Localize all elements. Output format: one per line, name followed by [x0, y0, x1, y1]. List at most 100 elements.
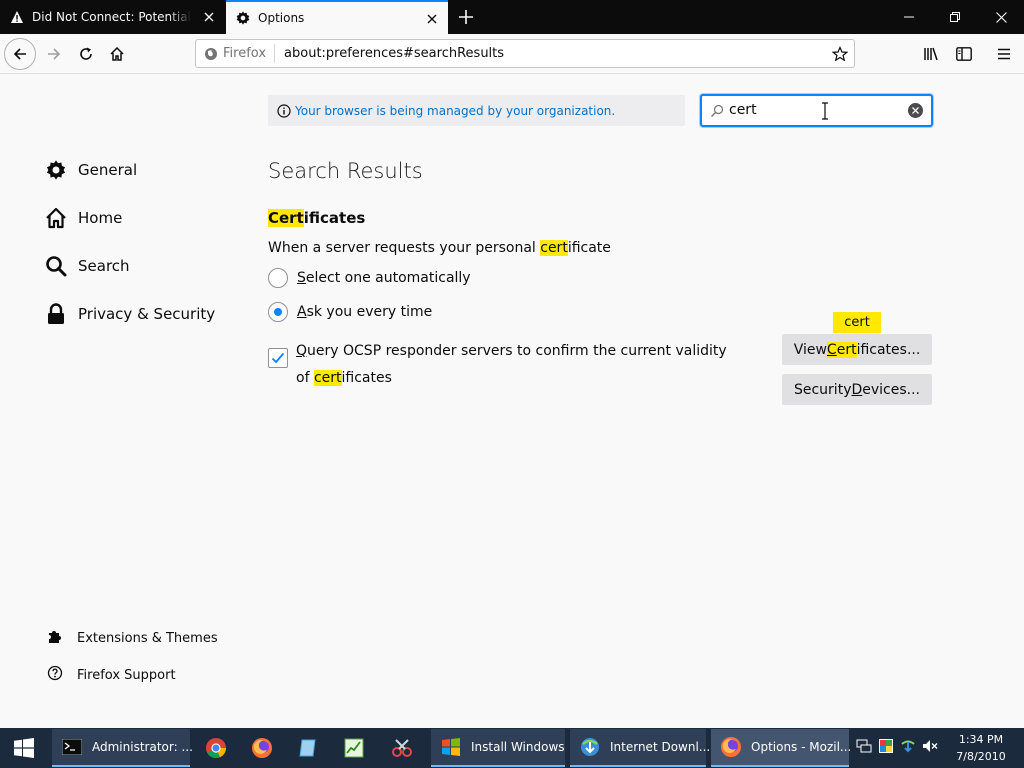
search-match-tooltip: cert — [833, 312, 881, 333]
category-label: Privacy & Security — [78, 305, 216, 323]
library-icon — [924, 47, 938, 61]
category-search[interactable]: Search — [44, 251, 130, 281]
ask-every-time-option[interactable]: Ask you every time — [268, 301, 432, 323]
windows-taskbar: Administrator: ... Install Windows Inter… — [0, 728, 1024, 768]
gear-icon — [44, 158, 68, 182]
view-certificates-button[interactable]: View Cert ificates... — [782, 334, 932, 365]
home-button[interactable] — [101, 38, 133, 70]
preferences-search-input[interactable]: cert — [700, 94, 933, 127]
category-home[interactable]: Home — [44, 203, 122, 233]
info-icon — [277, 103, 291, 118]
url-bar[interactable]: Firefox about:preferences#searchResults — [195, 39, 855, 68]
search-highlight: cert — [540, 240, 568, 256]
notepad-icon — [296, 736, 320, 760]
tab-title: Did Not Connect: Potential Security Issu… — [32, 10, 192, 24]
clock-time: 1:34 PM — [958, 733, 1004, 746]
ocsp-label: Query OCSP responder servers to confirm … — [296, 343, 727, 386]
search-icon — [44, 254, 68, 278]
sidebar-button[interactable] — [948, 38, 980, 70]
cmd-icon — [60, 735, 84, 759]
clock-date: 7/8/2010 — [956, 750, 1006, 763]
taskbar-pin-notepad[interactable] — [288, 729, 328, 767]
search-results-heading: Search Results — [268, 159, 423, 183]
category-privacy-security[interactable]: Privacy & Security — [44, 299, 215, 329]
taskbar-label: Options - Mozil... — [751, 740, 852, 754]
new-tab-button[interactable] — [452, 3, 480, 31]
arrow-left-icon — [13, 48, 26, 60]
taskbar-pin-chrome[interactable] — [196, 729, 236, 767]
home-icon — [110, 46, 124, 61]
window-close-button[interactable] — [978, 0, 1024, 34]
ask-every-time-radio[interactable] — [268, 302, 288, 322]
taskbar-label: Install Windows — [471, 740, 565, 754]
select-automatically-radio[interactable] — [268, 268, 288, 288]
url-text[interactable]: about:preferences#searchResults — [284, 46, 504, 61]
system-tray — [856, 728, 938, 768]
certificate-request-description: When a server requests your personal cer… — [268, 240, 611, 256]
identity-box[interactable]: Firefox — [196, 44, 276, 63]
start-button[interactable] — [0, 728, 48, 768]
taskbar-clock[interactable]: 1:34 PM 7/8/2010 — [955, 731, 1007, 765]
tab-bar: Did Not Connect: Potential Security Issu… — [0, 0, 1024, 34]
restore-button[interactable] — [932, 0, 978, 34]
taskbar-item-internet-download-manager[interactable]: Internet Downl... — [570, 729, 710, 767]
taskbar-item-firefox-options[interactable]: Options - Mozil... — [711, 729, 852, 767]
tab-title: Options — [258, 11, 305, 25]
category-label: Home — [78, 209, 123, 227]
radio-label: Select one automatically — [297, 270, 471, 286]
network-monitor-icon[interactable] — [856, 738, 872, 758]
search-highlight: cert — [313, 370, 342, 386]
policy-link[interactable]: Your browser is being managed by your or… — [295, 104, 615, 118]
idm-icon — [578, 735, 602, 759]
identity-label: Firefox — [223, 46, 267, 61]
puzzle-icon — [47, 628, 63, 648]
library-button[interactable] — [916, 38, 948, 70]
scissors-icon — [390, 736, 414, 760]
reload-button[interactable] — [70, 38, 102, 70]
taskbar-label: Internet Downl... — [610, 740, 711, 754]
text-cursor-icon — [822, 102, 828, 120]
taskbar-pin-task-manager[interactable] — [334, 729, 374, 767]
tab-did-not-connect[interactable]: Did Not Connect: Potential Security Issu… — [0, 0, 225, 34]
navigation-toolbar: Firefox about:preferences#searchResults — [0, 34, 1024, 74]
sidebar-icon — [956, 47, 972, 61]
policy-notice: Your browser is being managed by your or… — [268, 95, 685, 126]
ocsp-checkbox[interactable] — [268, 348, 288, 368]
arrow-right-icon — [48, 48, 61, 60]
hamburger-menu-icon — [998, 48, 1010, 60]
select-automatically-option[interactable]: Select one automatically — [268, 267, 471, 289]
menu-button[interactable] — [988, 38, 1020, 70]
category-general[interactable]: General — [44, 155, 137, 185]
forward-button[interactable] — [38, 38, 70, 70]
reload-icon — [80, 47, 92, 60]
volume-muted-icon[interactable] — [922, 738, 938, 758]
close-icon[interactable] — [424, 11, 440, 27]
extensions-themes-link[interactable]: Extensions & Themes — [47, 628, 218, 648]
search-value: cert — [729, 102, 757, 118]
search-highlight: Cert — [268, 209, 304, 227]
firefox-support-link[interactable]: Firefox Support — [47, 665, 176, 685]
extensions-themes-label: Extensions & Themes — [77, 630, 218, 646]
security-devices-button[interactable]: Security Devices... — [782, 374, 932, 405]
idm-tray-icon[interactable] — [900, 738, 916, 758]
taskbar-item-cmd[interactable]: Administrator: ... — [52, 729, 193, 767]
minimize-button[interactable] — [886, 0, 932, 34]
chrome-icon — [204, 736, 228, 760]
help-icon — [47, 665, 63, 685]
warning-icon — [9, 9, 25, 25]
windows-logo-icon — [14, 738, 34, 758]
search-icon — [710, 103, 724, 122]
taskbar-label: Administrator: ... — [92, 740, 193, 754]
firefox-icon — [205, 47, 217, 60]
clear-search-icon[interactable] — [908, 103, 923, 118]
back-button[interactable] — [4, 38, 36, 70]
tab-options[interactable]: Options — [226, 0, 448, 34]
taskbar-item-install-windows[interactable]: Install Windows — [431, 729, 565, 767]
close-icon[interactable] — [201, 9, 217, 25]
bookmark-star-icon[interactable] — [830, 44, 850, 64]
close-icon — [995, 11, 1007, 23]
task-manager-icon — [342, 736, 366, 760]
taskbar-pin-firefox[interactable] — [242, 729, 282, 767]
color-app-icon[interactable] — [878, 738, 894, 758]
taskbar-pin-snipping-tool[interactable] — [382, 729, 422, 767]
